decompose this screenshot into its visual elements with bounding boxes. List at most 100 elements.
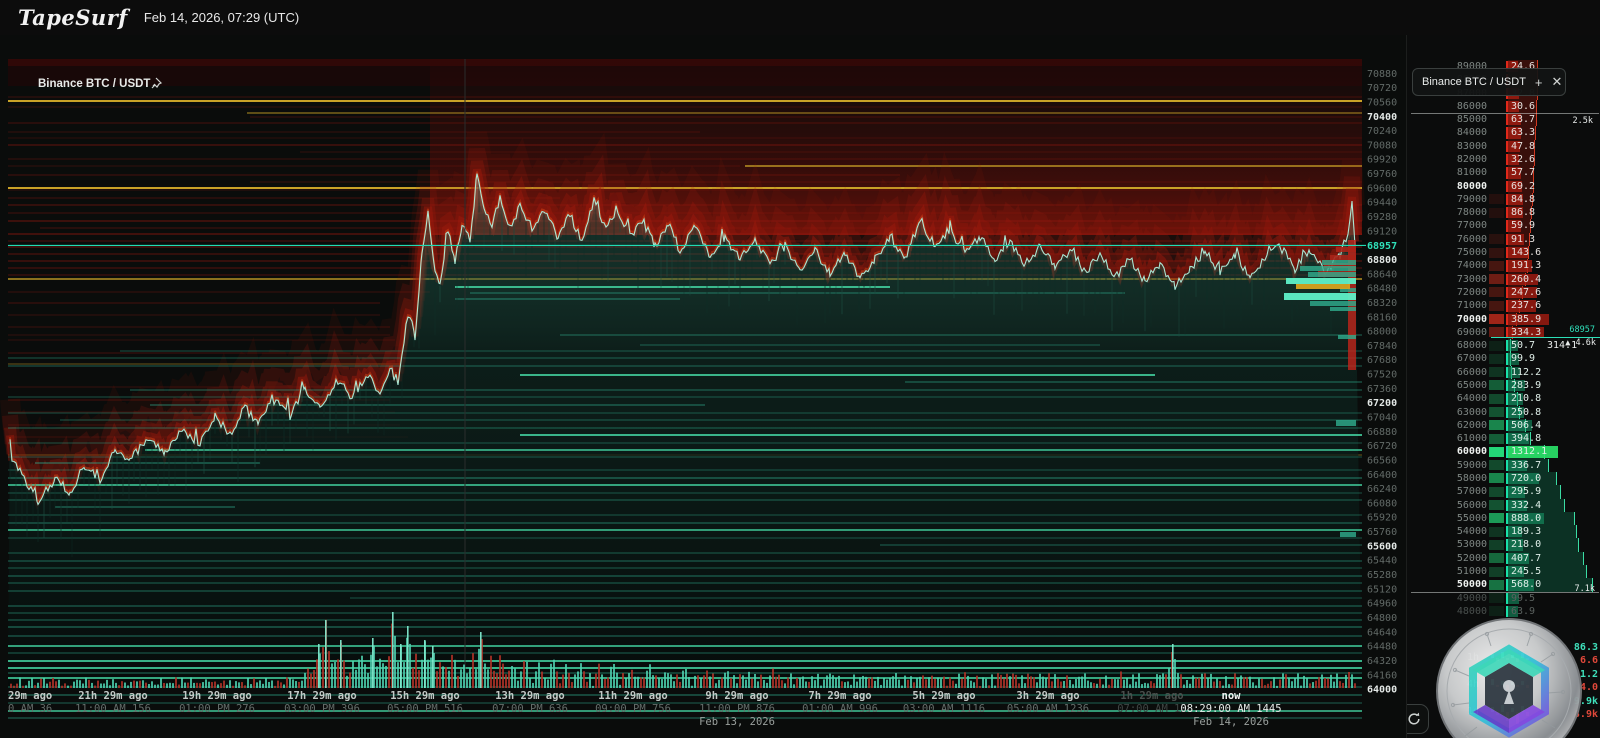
refresh-button[interactable] xyxy=(1407,704,1429,734)
price-axis-tick: 64320 xyxy=(1367,656,1397,667)
order-book-row[interactable]: 49000 99.5 xyxy=(1407,592,1600,605)
price-level: 59000 xyxy=(1456,459,1487,471)
price-level: 62000 xyxy=(1456,419,1487,431)
order-book-row[interactable]: 66000 112.2 xyxy=(1407,365,1600,379)
order-book-row[interactable]: 84000 63.3 xyxy=(1407,126,1600,140)
order-book-row[interactable]: 60000 1312.1 xyxy=(1407,445,1600,459)
size-value: 385.9 xyxy=(1511,313,1542,325)
order-book-row[interactable]: 75000 143.6 xyxy=(1407,246,1600,260)
book-axis-line xyxy=(1506,340,1508,352)
price-axis-tick: 69600 xyxy=(1367,183,1397,194)
order-book-row[interactable]: 82000 32.6 xyxy=(1407,153,1600,167)
order-book-row[interactable]: 61000 394.8 xyxy=(1407,432,1600,446)
size-value: 247.6 xyxy=(1511,286,1542,298)
order-book-row[interactable]: 65000 283.9 xyxy=(1407,378,1600,393)
price-axis-tick: 66720 xyxy=(1367,441,1397,452)
book-axis-line xyxy=(1506,220,1508,232)
price-axis-tick: 66240 xyxy=(1367,484,1397,495)
price-axis-tick: 69760 xyxy=(1367,169,1397,180)
order-book-row[interactable]: 83000 47.8 xyxy=(1407,139,1600,154)
time-axis-tick-abs: 05:00 AM 1236 xyxy=(1007,703,1089,715)
book-axis-line xyxy=(1506,526,1508,538)
time-axis-tick-rel: now xyxy=(1222,690,1242,702)
order-book-row[interactable]: 79000 84.8 xyxy=(1407,192,1600,207)
size-value: 59.9 xyxy=(1511,220,1536,232)
price-axis-tick: 68160 xyxy=(1367,312,1397,323)
order-book-row[interactable]: 53000 218.0 xyxy=(1407,538,1600,552)
order-book-row[interactable]: 58000 720.0 xyxy=(1407,471,1600,486)
price-level: 76000 xyxy=(1456,233,1487,245)
book-axis-line xyxy=(1506,247,1508,259)
order-book-row[interactable]: 81000 57.7 xyxy=(1407,166,1600,180)
heat-cell xyxy=(1489,473,1504,484)
order-book-row[interactable]: 73000 260.4 xyxy=(1407,272,1600,286)
order-book-row[interactable]: 71000 237.6 xyxy=(1407,299,1600,313)
price-level: 70000 xyxy=(1456,313,1487,325)
price-level: 53000 xyxy=(1456,539,1487,551)
order-book-row[interactable]: 67000 99.9 xyxy=(1407,352,1600,366)
book-axis-line xyxy=(1506,114,1508,126)
order-book-row[interactable]: 76000 91.3 xyxy=(1407,232,1600,247)
order-book-row[interactable]: 63000 250.8 xyxy=(1407,405,1600,419)
time-axis-tick-rel: 13h 29m ago xyxy=(495,690,565,702)
time-axis-tick-abs: 11:00 PM 876 xyxy=(699,703,775,715)
order-book-row[interactable]: 50000 568.0 xyxy=(1407,578,1600,592)
order-book-row[interactable]: 70000 385.9 xyxy=(1407,312,1600,326)
heat-cell xyxy=(1489,486,1504,497)
app-datetime: Feb 14, 2026, 07:29 (UTC) xyxy=(143,10,300,25)
price-axis-tick: 64480 xyxy=(1367,642,1397,653)
order-flow-heatmap-chart[interactable]: 70880 70720 70560 70400 70240 70080 69920 69760… xyxy=(0,35,1406,738)
price-level: 68000 xyxy=(1456,340,1487,352)
price-axis-tick: 65280 xyxy=(1367,570,1397,581)
order-book-row[interactable]: 57000 295.9 xyxy=(1407,485,1600,499)
price-axis-tick: 68320 xyxy=(1367,298,1397,309)
price-level: 60000 xyxy=(1456,446,1487,458)
time-axis-tick-abs: 11:00 AM 156 xyxy=(75,703,151,715)
time-axis-tick-rel: 11h 29m ago xyxy=(598,690,668,702)
size-value: 32.6 xyxy=(1511,154,1536,166)
order-book-row[interactable]: 85000 63.7 xyxy=(1407,113,1600,127)
order-book-row[interactable]: 56000 332.4 xyxy=(1407,498,1600,512)
order-book-row[interactable]: 78000 86.8 xyxy=(1407,206,1600,220)
order-book-row[interactable]: 74000 191.3 xyxy=(1407,259,1600,273)
current-price-label: 68957 xyxy=(1367,241,1397,252)
heat-cell xyxy=(1489,433,1504,444)
price-axis-tick: 69920 xyxy=(1367,155,1397,166)
size-value: 99.5 xyxy=(1511,592,1536,604)
time-axis-tick-rel: 29m ago xyxy=(8,690,52,702)
book-axis-line xyxy=(1506,273,1508,285)
size-value: 47.8 xyxy=(1511,140,1536,152)
size-value: 191.3 xyxy=(1511,260,1542,272)
order-book-row[interactable]: 52000 407.7 xyxy=(1407,551,1600,566)
book-axis-line xyxy=(1506,260,1508,272)
size-value: 1312.1 xyxy=(1511,446,1548,458)
heat-cell xyxy=(1489,340,1504,351)
order-book-row[interactable]: 72000 247.6 xyxy=(1407,285,1600,300)
heat-cell xyxy=(1489,353,1504,364)
best-bid-extra-size: 314.1 xyxy=(1547,340,1578,351)
order-book-row[interactable]: 51000 245.5 xyxy=(1407,565,1600,579)
pair-selector[interactable]: Binance BTC / USDT + ✕ xyxy=(1412,68,1566,96)
price-level: 73000 xyxy=(1456,273,1487,285)
order-book-row[interactable]: 64000 210.8 xyxy=(1407,392,1600,406)
price-axis-tick: 70880 xyxy=(1367,69,1397,80)
order-book-row[interactable]: 54000 189.3 xyxy=(1407,525,1600,539)
order-book-row[interactable]: 80000 69.2 xyxy=(1407,179,1600,193)
time-axis-tick-abs: 0 AM 36 xyxy=(8,703,52,715)
price-axis-tick: 65920 xyxy=(1367,513,1397,524)
time-axis-tick-abs: 07:00 AM 13 xyxy=(1117,703,1187,715)
plus-icon[interactable]: + xyxy=(1535,75,1543,90)
order-book-row[interactable]: 77000 59.9 xyxy=(1407,219,1600,233)
range-divider xyxy=(1411,113,1599,115)
time-axis-tick-abs: 03:00 PM 396 xyxy=(284,703,360,715)
size-value: 112.2 xyxy=(1511,366,1542,378)
order-book-row[interactable]: 55000 888.0 xyxy=(1407,511,1600,526)
order-book-row[interactable]: 86000 30.6 xyxy=(1407,99,1600,114)
close-icon[interactable]: ✕ xyxy=(1552,74,1563,90)
time-axis-tick-date: Feb 14, 2026 xyxy=(1193,716,1269,728)
size-value: 394.8 xyxy=(1511,433,1542,445)
price-level: 77000 xyxy=(1456,220,1487,232)
book-axis-line xyxy=(1506,539,1508,551)
order-book-row[interactable]: 62000 506.4 xyxy=(1407,418,1600,433)
order-book-row[interactable]: 59000 336.7 xyxy=(1407,458,1600,472)
